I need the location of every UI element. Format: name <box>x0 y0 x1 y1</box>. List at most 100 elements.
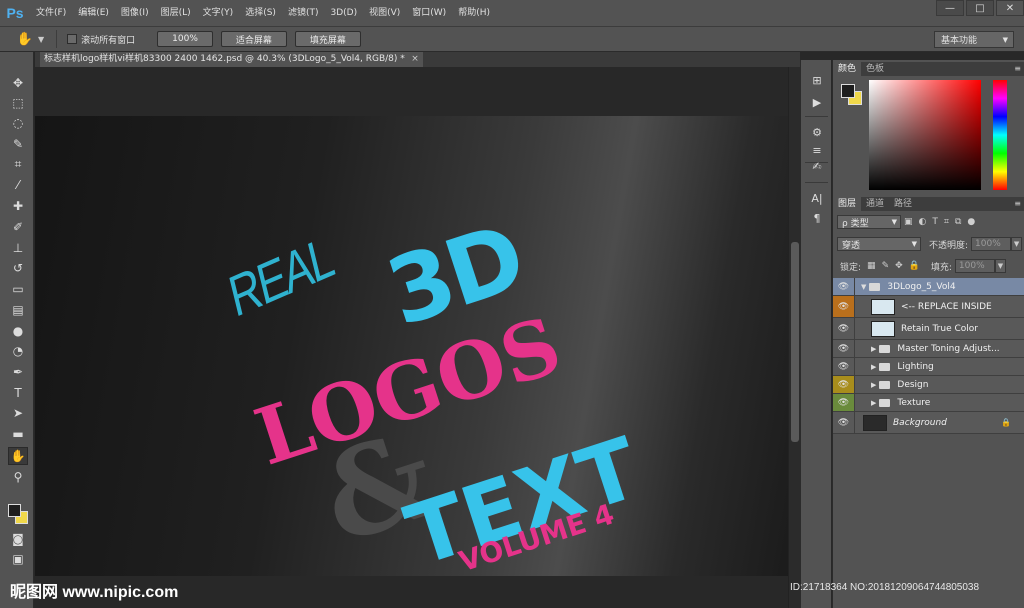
layer-row[interactable]: 👁 ▼ 3DLogo_5_Vol4 <box>833 278 1024 296</box>
preset-dropdown-icon[interactable]: ▼ <box>38 35 44 44</box>
fill-screen-button[interactable]: 填充屏幕 <box>294 31 361 47</box>
menu-file[interactable]: 文件(F) <box>30 0 72 26</box>
hand-tool-icon[interactable]: ✋ <box>8 447 28 465</box>
clone-stamp-tool-icon[interactable]: ⊥ <box>8 239 28 257</box>
lock-transparent-icon[interactable]: ▦ <box>867 261 876 271</box>
history-brush-tool-icon[interactable]: ↺ <box>8 259 28 277</box>
history-panel-icon[interactable]: ⊞ <box>808 72 826 88</box>
scrollbar-thumb[interactable] <box>791 242 799 442</box>
menu-window[interactable]: 窗口(W) <box>406 0 452 26</box>
tab-color[interactable]: 颜色 <box>833 62 862 76</box>
layer-row[interactable]: 👁 ▶ Texture <box>833 394 1024 412</box>
pen-tool-icon[interactable]: ✒ <box>8 363 28 381</box>
layer-filter-select[interactable]: ρ 类型 ▼ <box>837 215 901 229</box>
layer-row[interactable]: 👁 Background 🔒 <box>833 412 1024 434</box>
zoom-100-button[interactable]: 100% <box>157 31 213 47</box>
pixel-filter-icon[interactable]: ▣ <box>904 217 913 227</box>
gradient-tool-icon[interactable]: ▤ <box>8 301 28 319</box>
actions-panel-icon[interactable]: ▶ <box>808 94 826 110</box>
maximize-button[interactable]: □ <box>966 0 994 16</box>
menu-help[interactable]: 帮助(H) <box>452 0 496 26</box>
filter-toggle-icon[interactable]: ● <box>967 217 975 227</box>
crop-tool-icon[interactable]: ⌗ <box>8 155 28 173</box>
shape-tool-icon[interactable]: ▬ <box>8 425 28 443</box>
marquee-tool-icon[interactable]: ⬚ <box>8 94 28 112</box>
type-tool-icon[interactable]: T <box>8 384 28 402</box>
shape-filter-icon[interactable]: ⌗ <box>944 217 949 227</box>
layer-row[interactable]: 👁 ▶ Design <box>833 376 1024 394</box>
tab-layers[interactable]: 图层 <box>833 197 862 211</box>
lock-all-icon[interactable]: 🔒 <box>909 261 920 271</box>
eye-icon[interactable]: 👁 <box>833 358 855 375</box>
eyedropper-tool-icon[interactable]: ⁄ <box>8 176 28 194</box>
hand-tool-preset-icon[interactable]: ✋ <box>14 32 36 47</box>
chevron-down-icon[interactable]: ▼ <box>1011 237 1023 251</box>
type-filter-icon[interactable]: T <box>932 217 938 227</box>
foreground-color-swatch[interactable] <box>8 504 21 517</box>
menu-filter[interactable]: 滤镜(T) <box>282 0 325 26</box>
scroll-all-windows-checkbox[interactable] <box>67 34 78 44</box>
smart-object-filter-icon[interactable]: ⧉ <box>955 217 961 227</box>
eye-icon[interactable]: 👁 <box>833 376 855 393</box>
vertical-scrollbar[interactable] <box>788 67 800 608</box>
menu-3d[interactable]: 3D(D) <box>324 0 363 26</box>
tab-swatches[interactable]: 色板 <box>861 62 889 76</box>
chevron-right-icon[interactable]: ▶ <box>871 363 876 371</box>
character-panel-icon[interactable]: A| <box>808 190 826 206</box>
chevron-right-icon[interactable]: ▶ <box>871 381 876 389</box>
adjustment-filter-icon[interactable]: ◐ <box>919 217 927 227</box>
menu-image[interactable]: 图像(I) <box>115 0 155 26</box>
layer-row[interactable]: 👁 <-- REPLACE INSIDE <box>833 296 1024 318</box>
close-button[interactable]: ✕ <box>996 0 1024 16</box>
screen-mode-icon[interactable]: ▣ <box>8 550 28 568</box>
menu-type[interactable]: 文字(Y) <box>197 0 240 26</box>
canvas-area[interactable]: REAL 3D & LOGOS TEXT VOLUME 4 <box>35 67 790 608</box>
menu-view[interactable]: 视图(V) <box>363 0 406 26</box>
layer-row[interactable]: 👁 Retain True Color <box>833 318 1024 340</box>
lock-image-icon[interactable]: ✎ <box>882 261 890 271</box>
eye-icon[interactable]: 👁 <box>833 296 855 317</box>
eye-icon[interactable]: 👁 <box>833 394 855 411</box>
path-select-tool-icon[interactable]: ➤ <box>8 404 28 422</box>
properties-panel-icon[interactable]: ⚙ <box>808 124 826 140</box>
eye-icon[interactable]: 👁 <box>833 412 855 433</box>
hue-slider[interactable] <box>993 80 1007 190</box>
chevron-right-icon[interactable]: ▶ <box>871 345 876 353</box>
quick-mask-icon[interactable]: ◙ <box>8 530 28 548</box>
lock-position-icon[interactable]: ✥ <box>895 261 903 271</box>
fit-screen-button[interactable]: 适合屏幕 <box>220 31 287 47</box>
panel-foreground-swatch[interactable] <box>841 84 855 98</box>
zoom-tool-icon[interactable]: ⚲ <box>8 468 28 486</box>
fill-field[interactable]: 100% ▼ <box>954 259 1006 273</box>
chevron-right-icon[interactable]: ▶ <box>871 399 876 407</box>
panel-menu-icon[interactable]: ≡ <box>1014 197 1021 211</box>
blend-mode-select[interactable]: 穿透 ▼ <box>837 237 921 251</box>
tab-channels[interactable]: 通道 <box>861 197 889 211</box>
layer-row[interactable]: 👁 ▶ Master Toning Adjust... <box>833 340 1024 358</box>
brush-tool-icon[interactable]: ✐ <box>8 218 28 236</box>
minimize-button[interactable]: — <box>936 0 964 16</box>
eye-icon[interactable]: 👁 <box>833 318 855 339</box>
tab-paths[interactable]: 路径 <box>889 197 917 211</box>
blur-tool-icon[interactable]: ● <box>8 322 28 340</box>
menu-layer[interactable]: 图层(L) <box>155 0 197 26</box>
chevron-down-icon[interactable]: ▼ <box>861 283 866 291</box>
eye-icon[interactable]: 👁 <box>833 278 855 295</box>
lasso-tool-icon[interactable]: ◌ <box>8 114 28 132</box>
adjustments-panel-icon[interactable]: ≡ <box>808 142 826 158</box>
quick-select-tool-icon[interactable]: ✎ <box>8 135 28 153</box>
document-tab[interactable]: 标志样机logo样机vi样机83300 2400 1462.psd @ 40.3… <box>40 52 423 67</box>
move-tool-icon[interactable]: ✥ <box>8 74 28 92</box>
menu-edit[interactable]: 编辑(E) <box>72 0 115 26</box>
workspace-select[interactable]: 基本功能 ▼ <box>934 31 1014 48</box>
opacity-field[interactable]: 100% ▼ <box>971 237 1023 251</box>
layer-row[interactable]: 👁 ▶ Lighting <box>833 358 1024 376</box>
healing-brush-tool-icon[interactable]: ✚ <box>8 197 28 215</box>
eye-icon[interactable]: 👁 <box>833 340 855 357</box>
paragraph-panel-icon[interactable]: ¶ <box>808 210 826 226</box>
color-picker-field[interactable] <box>869 80 981 190</box>
menu-select[interactable]: 选择(S) <box>239 0 282 26</box>
close-icon[interactable]: × <box>411 52 419 67</box>
brush-presets-icon[interactable]: ✍ <box>808 158 826 174</box>
panel-menu-icon[interactable]: ≡ <box>1014 62 1021 76</box>
